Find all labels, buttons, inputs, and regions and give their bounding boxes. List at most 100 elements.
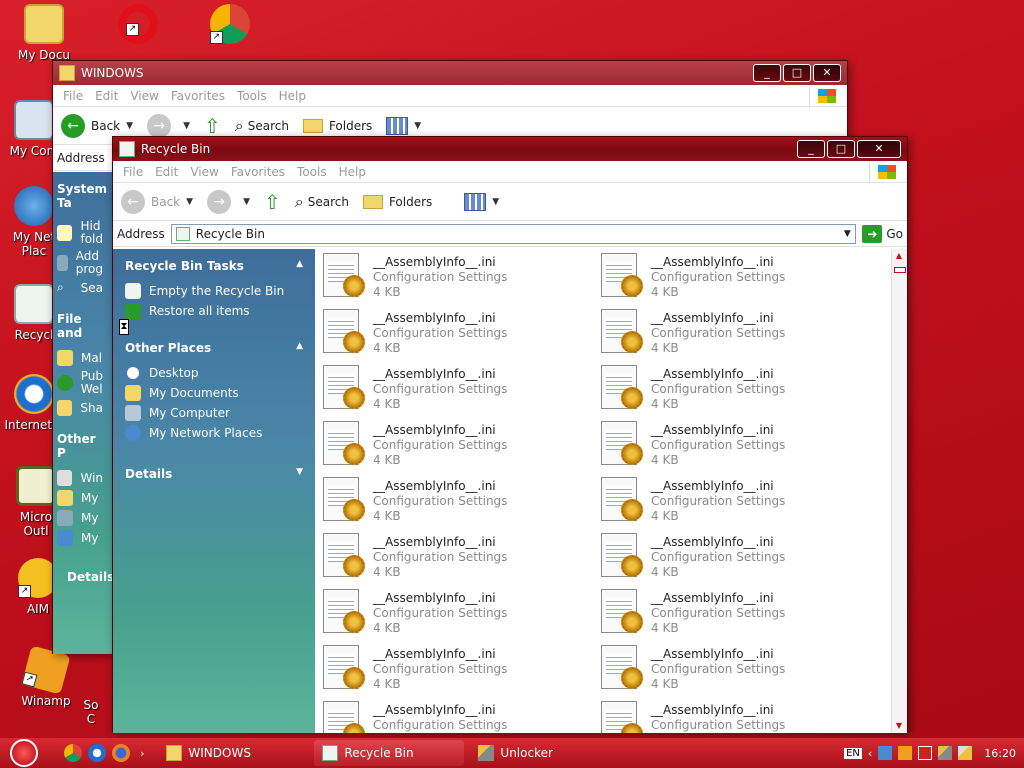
close-button[interactable]: ✕	[857, 140, 901, 158]
file-item[interactable]: __AssemblyInfo__.ini Configuration Settin…	[321, 589, 581, 645]
internet-explorer-icon[interactable]	[88, 744, 106, 762]
file-item[interactable]: __AssemblyInfo__.ini Configuration Settin…	[321, 421, 581, 477]
file-item[interactable]: __AssemblyInfo__.ini Configuration Settin…	[599, 533, 859, 589]
chevron-down-icon[interactable]: ▼	[839, 229, 855, 239]
system-tasks-header[interactable]: System Ta	[57, 182, 107, 210]
vertical-scrollbar[interactable]: ▲ ▼	[891, 249, 907, 733]
minimize-button[interactable]: _	[753, 64, 781, 82]
desktop-icon-chrome[interactable]: ↗	[192, 4, 268, 48]
pane-item[interactable]: My	[57, 488, 103, 508]
folders-button[interactable]: Folders	[302, 118, 372, 133]
pane-item[interactable]: Win	[57, 468, 103, 488]
menu-favorites[interactable]: Favorites	[231, 165, 285, 179]
minimize-button[interactable]: _	[797, 140, 825, 158]
recycle-bin-window[interactable]: Recycle Bin _ □ ✕ File Edit View Favorit…	[112, 136, 908, 733]
details-header[interactable]: Details	[67, 570, 114, 584]
chevron-down-icon[interactable]: ▼	[126, 121, 133, 131]
wand-tray-icon[interactable]	[958, 746, 973, 760]
other-places-header[interactable]: Other P	[57, 432, 103, 460]
other-places-my-documents[interactable]: My Documents	[125, 383, 303, 403]
menu-favorites[interactable]: Favorites	[171, 89, 225, 103]
chevron-down-icon[interactable]: ▼	[492, 197, 499, 207]
maximize-button[interactable]: □	[783, 64, 811, 82]
address-input[interactable]: Recycle Bin ▼	[170, 223, 857, 244]
pane-item[interactable]: My	[57, 508, 103, 528]
menu-help[interactable]: Help	[339, 165, 366, 179]
file-item[interactable]: __AssemblyInfo__.ini Configuration Settin…	[599, 421, 859, 477]
chevron-down-icon[interactable]: ▼	[243, 197, 250, 207]
menu-edit[interactable]: Edit	[155, 165, 178, 179]
file-item[interactable]: __AssemblyInfo__.ini Configuration Settin…	[321, 533, 581, 589]
pane-item[interactable]: Mal	[57, 348, 103, 368]
shield-icon[interactable]	[898, 746, 913, 760]
restore-all-items-link[interactable]: Restore all items	[125, 301, 303, 321]
file-item[interactable]: __AssemblyInfo__.ini Configuration Settin…	[321, 477, 581, 533]
clock[interactable]: 16:20	[984, 747, 1016, 760]
close-button[interactable]: ✕	[813, 64, 841, 82]
menu-view[interactable]: View	[130, 89, 158, 103]
pane-item[interactable]: Add prog	[57, 248, 103, 278]
menu-view[interactable]: View	[190, 165, 218, 179]
pane-item[interactable]: ⌕ Sea	[57, 278, 103, 298]
file-item[interactable]: __AssemblyInfo__.ini Configuration Settin…	[321, 645, 581, 701]
chevron-right-icon[interactable]: ›	[140, 747, 144, 760]
file-item[interactable]: __AssemblyInfo__.ini Configuration Settin…	[599, 589, 859, 645]
pane-item[interactable]: My	[57, 528, 103, 548]
chevron-down-icon[interactable]: ▼	[183, 121, 190, 131]
file-item[interactable]: __AssemblyInfo__.ini Configuration Settin…	[599, 309, 859, 365]
other-places-my-computer[interactable]: My Computer	[125, 403, 303, 423]
file-item[interactable]: __AssemblyInfo__.ini Configuration Settin…	[321, 701, 581, 733]
title-bar[interactable]: Recycle Bin _ □ ✕	[113, 137, 907, 161]
empty-recycle-bin-link[interactable]: Empty the Recycle Bin	[125, 281, 303, 301]
taskbar-item-unlocker[interactable]: Unlocker	[470, 740, 620, 766]
search-button[interactable]: ⌕ Search	[295, 192, 349, 212]
security-tray-icon[interactable]	[918, 746, 933, 760]
file-item[interactable]: __AssemblyInfo__.ini Configuration Settin…	[599, 253, 859, 309]
views-button[interactable]: ▼	[464, 192, 499, 211]
back-button[interactable]: ← Back ▼	[61, 113, 133, 138]
desktop-icon-opera[interactable]: ↗	[100, 4, 176, 48]
language-indicator[interactable]: EN	[844, 747, 862, 759]
go-button[interactable]: ➜ Go	[862, 224, 903, 243]
unlocker-tray-icon[interactable]	[938, 746, 953, 760]
desktop-icon-my-documents[interactable]: My Docu	[6, 4, 82, 62]
file-item[interactable]: __AssemblyInfo__.ini Configuration Settin…	[321, 253, 581, 309]
pane-item[interactable]: Sha	[57, 398, 103, 418]
other-places-desktop[interactable]: Desktop	[125, 363, 303, 383]
file-item[interactable]: __AssemblyInfo__.ini Configuration Settin…	[599, 477, 859, 533]
file-and-folder-header[interactable]: File and	[57, 312, 103, 340]
recycle-bin-tasks-header[interactable]: Recycle Bin Tasks ▲	[125, 259, 303, 273]
up-button[interactable]: ⇧	[204, 114, 221, 138]
pane-item[interactable]: Hid fold	[57, 218, 103, 248]
details-header[interactable]: Details ▼	[125, 467, 303, 481]
chevron-down-icon[interactable]: ▼	[186, 197, 193, 207]
file-item[interactable]: __AssemblyInfo__.ini Configuration Settin…	[599, 365, 859, 421]
scroll-down-arrow-icon[interactable]: ▼	[892, 719, 906, 733]
taskbar-item-windows[interactable]: WINDOWS	[158, 740, 308, 766]
pane-item[interactable]: Pub Wel	[57, 368, 103, 398]
title-bar[interactable]: WINDOWS _ □ ✕	[53, 61, 847, 85]
menu-edit[interactable]: Edit	[95, 89, 118, 103]
menu-tools[interactable]: Tools	[237, 89, 267, 103]
file-item[interactable]: __AssemblyInfo__.ini Configuration Settin…	[599, 701, 859, 733]
scroll-up-arrow-icon[interactable]: ▲	[892, 249, 906, 263]
views-button[interactable]: ▼	[386, 116, 421, 135]
scroll-thumb[interactable]	[894, 267, 906, 273]
folders-button[interactable]: Folders	[362, 194, 432, 209]
search-button[interactable]: ⌕ Search	[235, 116, 289, 136]
file-item[interactable]: __AssemblyInfo__.ini Configuration Settin…	[599, 645, 859, 701]
chevron-left-icon[interactable]: ‹	[868, 747, 872, 760]
desktop-icon-partial[interactable]: So C	[66, 698, 116, 726]
menu-file[interactable]: File	[123, 165, 143, 179]
forward-button[interactable]: → ▼	[147, 113, 190, 138]
menu-tools[interactable]: Tools	[297, 165, 327, 179]
file-item[interactable]: __AssemblyInfo__.ini Configuration Settin…	[321, 365, 581, 421]
forward-button[interactable]: → ▼	[207, 189, 250, 214]
maximize-button[interactable]: □	[827, 140, 855, 158]
other-places-my-network[interactable]: My Network Places	[125, 423, 303, 443]
menu-file[interactable]: File	[63, 89, 83, 103]
taskbar-item-recycle-bin[interactable]: Recycle Bin	[314, 740, 465, 766]
chevron-down-icon[interactable]: ▼	[414, 121, 421, 131]
file-item[interactable]: __AssemblyInfo__.ini Configuration Settin…	[321, 309, 581, 365]
other-places-header[interactable]: Other Places ▲	[125, 341, 303, 355]
